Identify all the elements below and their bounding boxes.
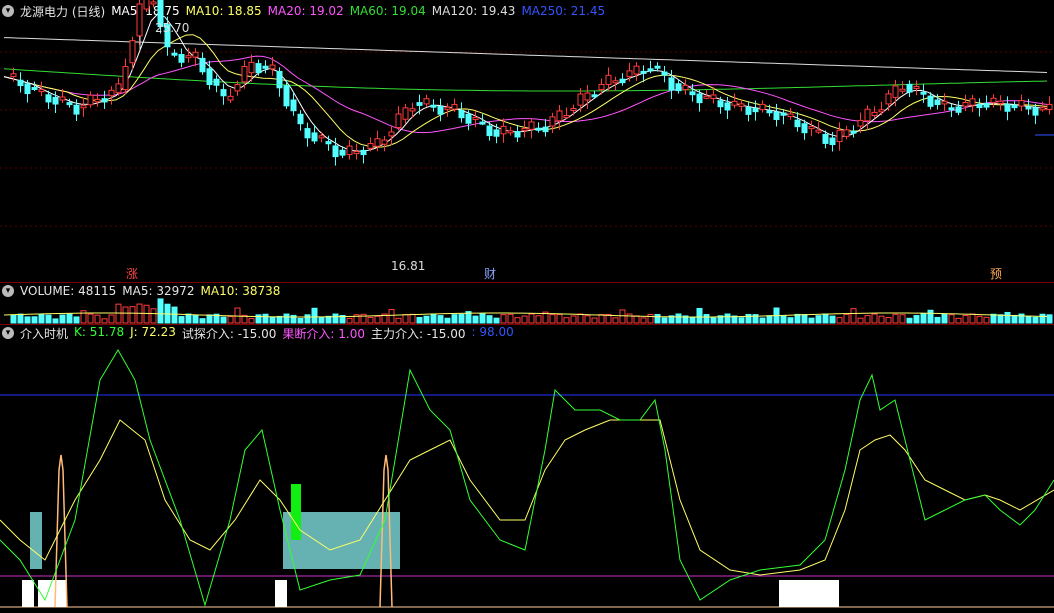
- main-force-block: [38, 580, 67, 607]
- main-force-block: [22, 580, 34, 607]
- indicator-chart[interactable]: [0, 0, 1054, 613]
- main-force-block: [275, 580, 287, 607]
- decisive-entry-block: [291, 484, 301, 540]
- j-line: [0, 419, 1054, 576]
- k-line: [0, 349, 1054, 607]
- trial-entry-block: [30, 512, 42, 569]
- main-force-block: [779, 580, 839, 607]
